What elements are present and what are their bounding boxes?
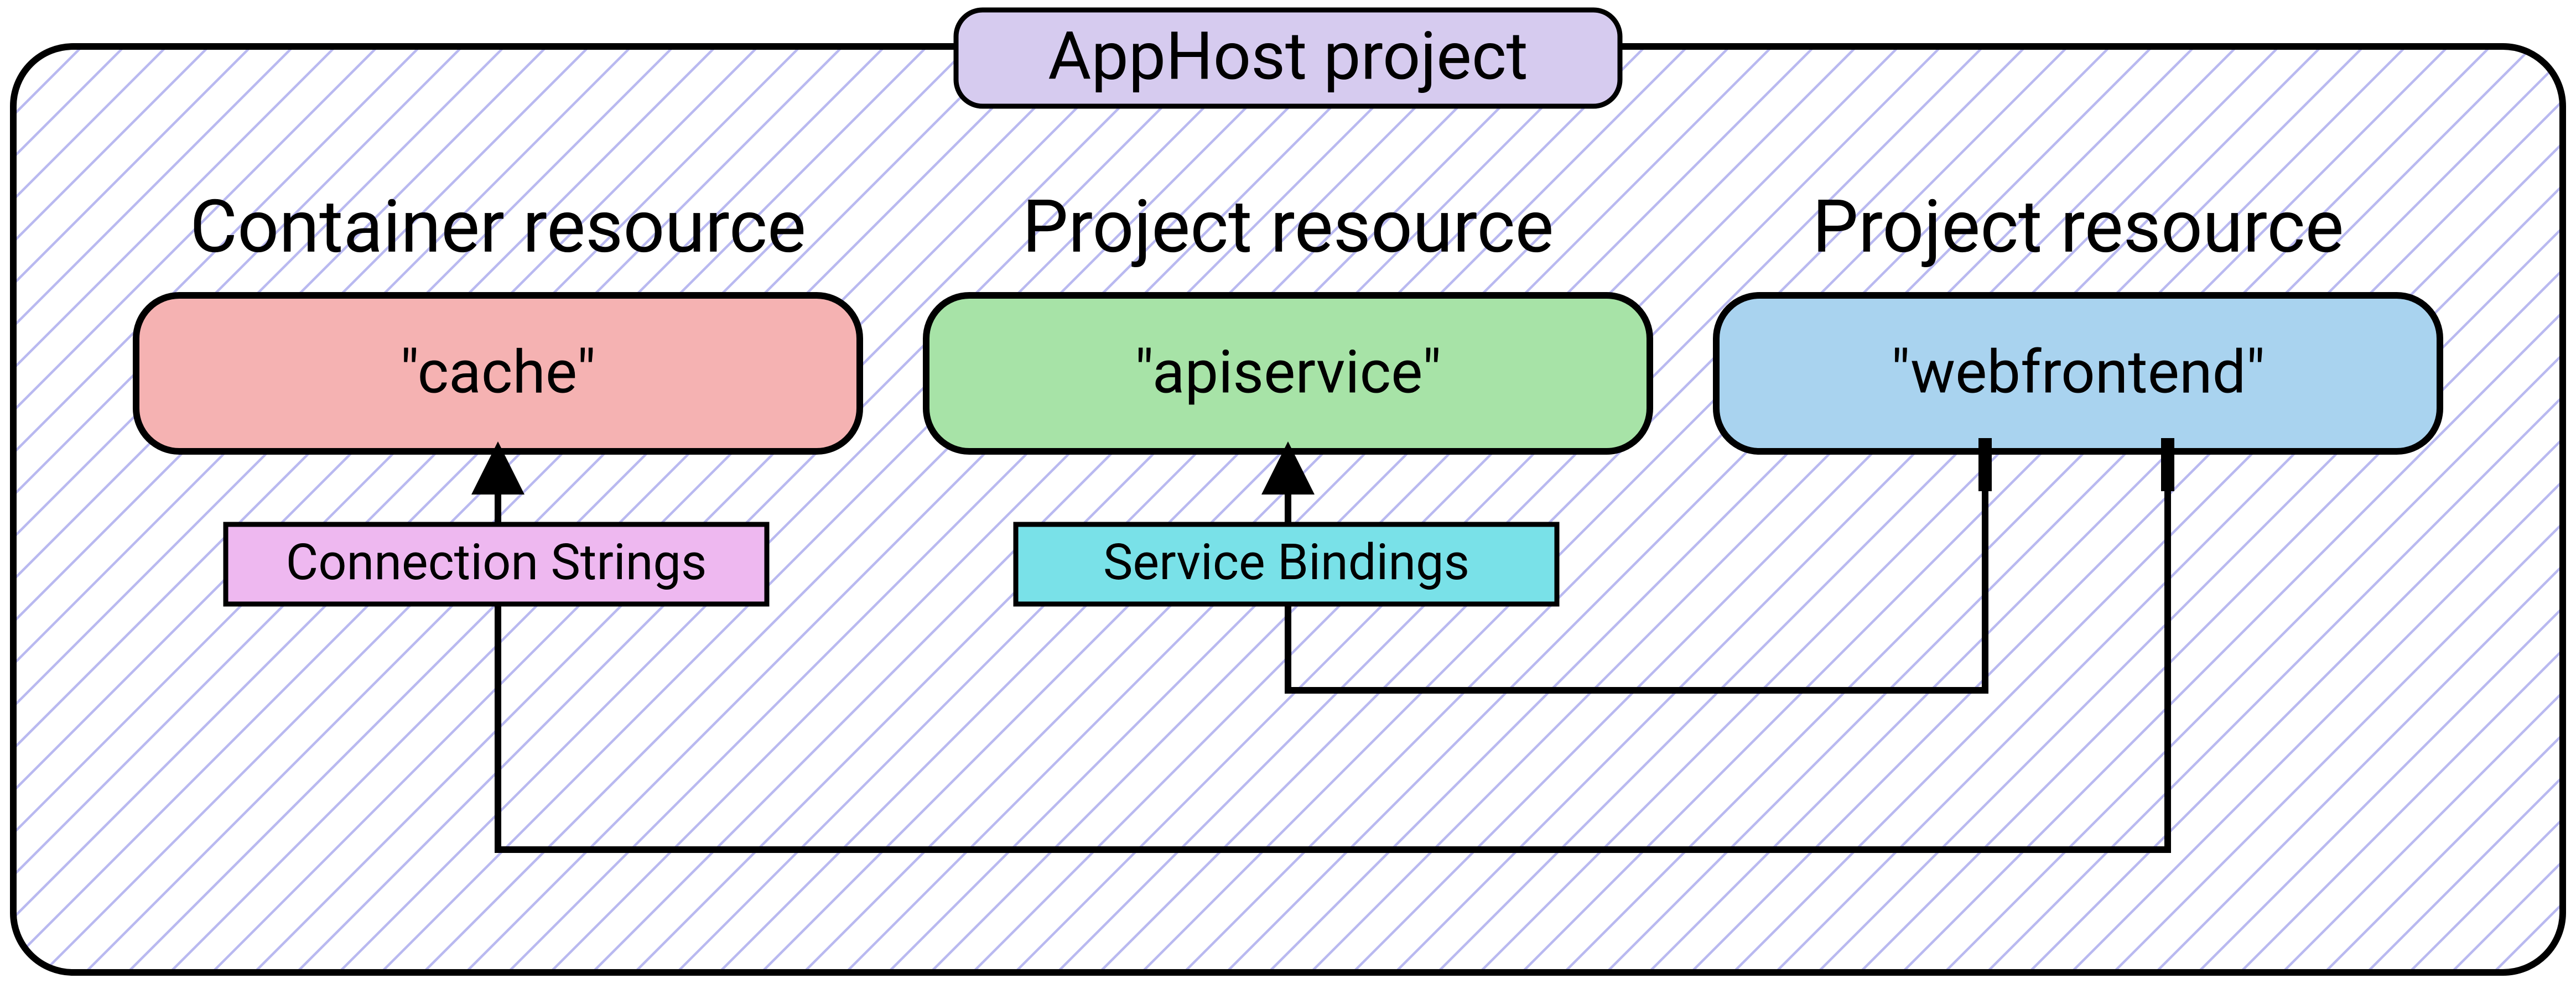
apphost-title-box: AppHost project — [956, 10, 1620, 106]
apphost-architecture-diagram: AppHost project Container resource "cach… — [0, 0, 2576, 994]
heading-project-resource-1: Project resource — [1022, 185, 1554, 270]
connection-strings-box: Connection Strings — [226, 524, 767, 604]
heading-container-resource: Container resource — [190, 185, 806, 270]
label-connection-strings: Connection Strings — [286, 533, 707, 591]
label-apiservice: "apiservice" — [1135, 338, 1441, 408]
label-cache: "cache" — [400, 338, 596, 408]
label-service-bindings: Service Bindings — [1103, 533, 1469, 591]
apphost-title: AppHost project — [1048, 18, 1528, 96]
column-cache: Container resource "cache" — [136, 185, 860, 451]
label-webfrontend: "webfrontend" — [1891, 338, 2265, 408]
service-bindings-box: Service Bindings — [1016, 524, 1557, 604]
column-apiservice: Project resource "apiservice" — [926, 185, 1650, 451]
column-webfrontend: Project resource "webfrontend" — [1716, 185, 2440, 451]
heading-project-resource-2: Project resource — [1812, 185, 2344, 270]
